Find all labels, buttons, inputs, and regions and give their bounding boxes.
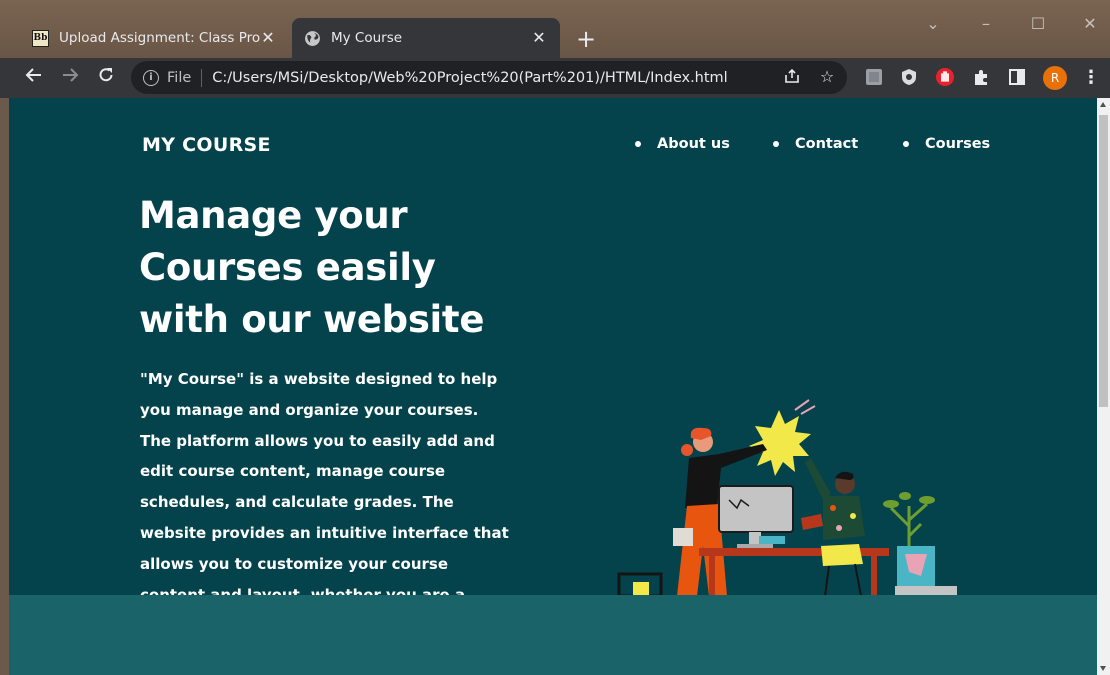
tab-search-icon[interactable]: ⌄ <box>920 12 946 38</box>
scroll-down-arrow-icon[interactable] <box>1100 666 1106 671</box>
nav-item-about-us[interactable]: About us <box>635 136 730 152</box>
hero-headline: Manage your Courses easily with our webs… <box>139 190 559 346</box>
page-viewport: MY COURSE About us Contact Courses Manag… <box>9 98 1097 675</box>
tab-upload-assignment[interactable]: Bb Upload Assignment: Class Project ✕ <box>20 18 288 58</box>
address-bar[interactable]: i File C:/Users/MSi/Desktop/Web%20Projec… <box>131 61 847 94</box>
headline-line: with our website <box>139 298 485 341</box>
reload-button[interactable] <box>92 64 120 92</box>
scheme-label: File <box>167 69 192 86</box>
shield-extension-icon[interactable] <box>899 67 919 87</box>
blackboard-favicon-icon: Bb <box>32 29 49 47</box>
tab-title: Upload Assignment: Class Project <box>59 30 260 46</box>
nav-item-courses[interactable]: Courses <box>903 136 990 152</box>
nav-label: About us <box>657 136 730 152</box>
side-panel-icon[interactable] <box>1007 67 1027 87</box>
maximize-button[interactable]: ☐ <box>1025 12 1051 38</box>
close-window-button[interactable]: ✕ <box>1077 12 1103 38</box>
url-text[interactable]: C:/Users/MSi/Desktop/Web%20Project%20(Pa… <box>212 70 727 86</box>
footer-band <box>9 595 1097 675</box>
page-scrollbar[interactable] <box>1097 98 1110 675</box>
extension-gray-icon[interactable] <box>864 67 884 87</box>
headline-line: Manage your <box>139 194 408 237</box>
profile-avatar[interactable]: R <box>1043 66 1067 90</box>
share-icon[interactable] <box>782 67 802 87</box>
nav-label: Courses <box>925 136 991 152</box>
reload-icon <box>99 68 113 82</box>
adblock-hand-icon[interactable] <box>935 67 955 87</box>
minimize-button[interactable]: – <box>973 12 999 38</box>
browser-titlebar: Bb Upload Assignment: Class Project ✕ My… <box>0 0 1110 58</box>
tab-my-course[interactable]: My Course ✕ <box>292 18 560 58</box>
arrow-left-icon <box>25 68 41 82</box>
hero-illustration <box>617 399 957 596</box>
bookmark-star-icon[interactable]: ☆ <box>817 67 837 87</box>
close-tab-icon[interactable]: ✕ <box>260 29 276 47</box>
nav-item-contact[interactable]: Contact <box>773 136 858 152</box>
new-tab-button[interactable]: + <box>572 26 600 54</box>
bullet-icon <box>773 141 779 147</box>
scrollbar-thumb[interactable] <box>1099 115 1108 407</box>
nav-label: Contact <box>795 136 859 152</box>
globe-icon <box>305 30 320 46</box>
close-tab-icon[interactable]: ✕ <box>530 29 548 47</box>
back-button[interactable] <box>20 64 48 92</box>
puzzle-extensions-icon[interactable] <box>971 67 991 87</box>
info-icon[interactable]: i <box>143 69 159 86</box>
arrow-right-icon <box>63 68 79 82</box>
scroll-up-arrow-icon[interactable] <box>1100 102 1106 107</box>
divider <box>201 68 203 87</box>
forward-button[interactable] <box>56 64 84 92</box>
starburst-shape <box>749 410 811 476</box>
headline-line: Courses easily <box>139 246 436 289</box>
more-menu-icon[interactable]: ⋮ <box>1082 67 1100 89</box>
browser-toolbar: i File C:/Users/MSi/Desktop/Web%20Projec… <box>0 58 1110 98</box>
tab-title: My Course <box>331 30 403 46</box>
site-logo[interactable]: MY COURSE <box>142 134 271 156</box>
bullet-icon <box>903 141 909 147</box>
bullet-icon <box>635 141 641 147</box>
